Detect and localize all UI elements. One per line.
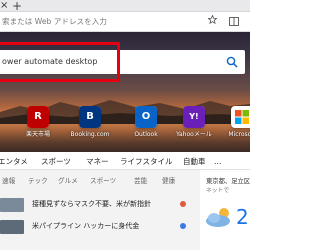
microsoft-icon	[231, 106, 250, 128]
new-tab-hero: ower automate desktop R 楽天市場 B Booking.c…	[0, 32, 250, 152]
browser-toolbar: 索または Web アドレスを入力	[0, 12, 250, 32]
quick-link-label: Booking.com	[70, 131, 110, 138]
quick-link-outlook[interactable]: O Outlook	[124, 106, 168, 150]
news-thumbnail	[0, 220, 24, 234]
close-tab-icon[interactable]: ×	[0, 0, 8, 12]
category-entertainment[interactable]: エンタメ	[0, 157, 28, 166]
quick-link-label: Microsoft	[228, 131, 250, 138]
weather-location: 東京都、足立区	[206, 178, 251, 185]
cloud-sun-icon	[206, 208, 230, 227]
quick-links: R 楽天市場 B Booking.com O Outlook Y! Yahooメ…	[0, 100, 250, 152]
news-title[interactable]: 米パイプライン ハッカーに身代金	[32, 222, 139, 231]
news-title[interactable]: 接種見ずならマスク不要、米が新指針	[32, 200, 151, 209]
quick-link-rakuten[interactable]: R 楽天市場	[16, 106, 60, 150]
category-sports[interactable]: スポーツ	[41, 157, 71, 166]
category-nav: エンタメ スポーツ マネー ライフスタイル 自動車 …	[0, 152, 250, 170]
category-more[interactable]: …	[214, 157, 222, 166]
weather-card[interactable]: 東京都、足立区 ネットで 2	[200, 170, 250, 250]
quick-link-yahoo-mail[interactable]: Y! Yahooメール	[172, 106, 216, 150]
outlook-icon: O	[135, 106, 157, 128]
quick-link-microsoft[interactable]: Microsoft	[220, 106, 250, 150]
rakuten-icon: R	[27, 106, 49, 128]
news-item[interactable]: 米パイプライン ハッカーに身代金	[0, 218, 198, 234]
weather-subtitle: ネットで	[206, 188, 230, 194]
news-thumbnail	[0, 198, 24, 212]
new-tab-button[interactable]: +	[12, 0, 24, 12]
search-icon[interactable]	[226, 56, 238, 68]
split-screen-icon[interactable]	[229, 17, 239, 26]
quick-link-label: Yahooメール	[176, 131, 212, 138]
subtab-tech[interactable]: テック	[28, 177, 48, 185]
news-item[interactable]: 接種見ずならマスク不要、米が新指針	[0, 196, 198, 212]
tab-strip: × +	[0, 0, 250, 12]
subtab-gourmet[interactable]: グルメ	[58, 177, 78, 185]
news-source-icon	[180, 201, 186, 207]
favorite-star-icon[interactable]	[208, 15, 217, 24]
subtab-entertainment[interactable]: 芸能	[134, 177, 147, 185]
subtab-sports[interactable]: スポーツ	[90, 177, 116, 185]
address-bar[interactable]: 索または Web アドレスを入力	[0, 15, 215, 29]
quick-link-label: Outlook	[134, 131, 158, 138]
feed-subnav: 速報 テック グルメ スポーツ 芸能 健康	[0, 174, 198, 188]
category-cars[interactable]: 自動車	[183, 157, 206, 166]
category-money[interactable]: マネー	[86, 157, 109, 166]
quick-link-booking[interactable]: B Booking.com	[68, 106, 112, 150]
annotation-highlight-box	[0, 42, 120, 82]
category-lifestyle[interactable]: ライフスタイル	[120, 157, 173, 166]
weather-temperature: 2	[236, 205, 249, 229]
news-feed: 速報 テック グルメ スポーツ 芸能 健康 接種見ずならマスク不要、米が新指針 …	[0, 170, 250, 250]
quick-link-label: 楽天市場	[25, 131, 50, 138]
news-source-icon	[180, 223, 186, 229]
subtab-breaking[interactable]: 速報	[2, 177, 15, 185]
yahoo-mail-icon: Y!	[183, 106, 205, 128]
subtab-health[interactable]: 健康	[162, 177, 175, 185]
booking-icon: B	[79, 106, 101, 128]
address-bar-placeholder: 索または Web アドレスを入力	[2, 17, 107, 26]
